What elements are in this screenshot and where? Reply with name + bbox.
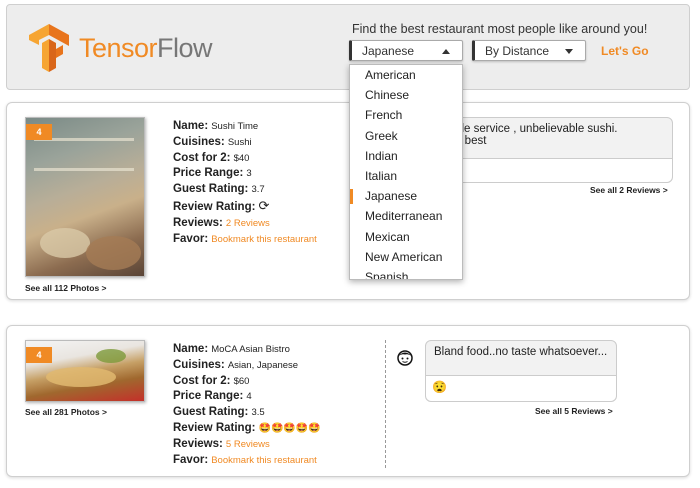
cuisine-option-american[interactable]: American xyxy=(350,65,462,85)
review-rating-label: Review Rating: xyxy=(173,421,256,434)
reviews-link[interactable]: 2 Reviews xyxy=(226,218,270,229)
cuisine-option-new-american[interactable]: New American xyxy=(350,247,462,267)
reviews-label: Reviews: xyxy=(173,437,223,450)
cost-value: $40 xyxy=(233,152,250,164)
sort-select[interactable]: By Distance xyxy=(472,40,586,61)
see-all-photos-link[interactable]: See all 281 Photos > xyxy=(25,407,107,417)
bookmark-link[interactable]: Bookmark this restaurant xyxy=(211,455,317,466)
restaurant-photo[interactable]: 4 xyxy=(25,340,145,402)
review-rating-label: Review Rating: xyxy=(173,200,256,213)
reviews-link[interactable]: 5 Reviews xyxy=(226,439,270,450)
tensorflow-logo[interactable]: TensorFlow xyxy=(25,23,213,73)
cost-label: Cost for 2: xyxy=(173,374,231,387)
cuisine-option-mediterranean[interactable]: Mediterranean xyxy=(350,206,462,226)
restaurant-name: MoCA Asian Bistro xyxy=(211,344,290,355)
rating-badge: 4 xyxy=(26,347,52,363)
sort-select-value: By Distance xyxy=(485,44,550,58)
review-text: ievable service , unbelievable sushi. xyxy=(434,123,618,135)
tensorflow-logo-icon xyxy=(29,24,69,72)
cuisines-value: Sushi xyxy=(227,136,252,148)
restaurant-name: Sushi Time xyxy=(211,121,259,132)
cuisine-select-value: Japanese xyxy=(362,44,415,58)
chevron-up-icon xyxy=(442,49,450,54)
review-text-line2: is the best xyxy=(434,135,487,147)
name-label: Name: xyxy=(173,120,209,132)
guest-rating-value: 3.7 xyxy=(251,184,265,196)
cuisine-option-italian[interactable]: Italian xyxy=(350,166,462,186)
cost-label: Cost for 2: xyxy=(173,151,231,164)
cuisines-label: Cuisines: xyxy=(173,358,225,371)
cuisine-option-mexican[interactable]: Mexican xyxy=(350,227,462,247)
card-divider xyxy=(385,340,386,468)
cuisine-select[interactable]: Japanese xyxy=(349,40,463,61)
see-all-reviews-link[interactable]: See all 2 Reviews > xyxy=(590,185,668,195)
guest-rating-label: Guest Rating: xyxy=(173,183,249,196)
bookmark-link[interactable]: Bookmark this restaurant xyxy=(211,234,317,245)
cuisine-option-indian[interactable]: Indian xyxy=(350,146,462,166)
price-range-label: Price Range: xyxy=(173,390,244,403)
app-header: TensorFlow Find the best restaurant most… xyxy=(6,4,690,90)
favor-label: Favor: xyxy=(173,232,209,245)
cost-value: $60 xyxy=(233,375,250,387)
see-all-reviews-link[interactable]: See all 5 Reviews > xyxy=(535,406,613,416)
review-bubble: Bland food..no taste whatsoever... 😧 xyxy=(425,340,617,402)
cuisine-option-japanese[interactable]: Japanese xyxy=(350,186,462,206)
star-struck-emoji-icons: 🤩🤩🤩🤩🤩 xyxy=(258,422,321,434)
anguished-face-icon: 😧 xyxy=(432,380,447,394)
tagline: Find the best restaurant most people lik… xyxy=(352,22,648,36)
cuisine-option-spanish[interactable]: Spanish xyxy=(350,267,462,279)
see-all-photos-link[interactable]: See all 112 Photos > xyxy=(25,283,107,293)
restaurant-card: 4 See all 112 Photos > Name: Sushi Time … xyxy=(6,102,690,300)
review-footer: 😧 xyxy=(426,375,616,401)
guest-rating-label: Guest Rating: xyxy=(173,406,249,419)
restaurant-card: 4 See all 281 Photos > Name: MoCA Asian … xyxy=(6,325,690,477)
price-range-value: 4 xyxy=(246,391,252,403)
chevron-down-icon xyxy=(565,49,573,54)
reviews-label: Reviews: xyxy=(173,216,223,229)
cuisines-label: Cuisines: xyxy=(173,135,225,148)
guest-rating-value: 3.5 xyxy=(251,407,265,419)
refresh-icon: ⟳ xyxy=(258,197,270,213)
restaurant-info: Name: Sushi Time Cuisines: Sushi Cost fo… xyxy=(173,119,317,247)
name-label: Name: xyxy=(173,343,209,355)
cuisine-option-greek[interactable]: Greek xyxy=(350,126,462,146)
restaurant-photo[interactable]: 4 xyxy=(25,117,145,277)
cuisines-value: Asian, Japanese xyxy=(227,359,299,371)
cuisine-option-french[interactable]: French xyxy=(350,105,462,125)
rating-badge: 4 xyxy=(26,124,52,140)
favor-label: Favor: xyxy=(173,453,209,466)
reviewer-avatar-icon xyxy=(397,350,413,366)
lets-go-button[interactable]: Let's Go xyxy=(601,44,649,58)
cuisine-dropdown-menu[interactable]: American Chinese French Greek Indian Italian J… xyxy=(349,64,463,280)
brand-name: TensorFlow xyxy=(79,32,213,63)
price-range-label: Price Range: xyxy=(173,167,244,180)
cuisine-option-chinese[interactable]: Chinese xyxy=(350,85,462,105)
price-range-value: 3 xyxy=(246,168,252,180)
review-text: Bland food..no taste whatsoever... xyxy=(434,346,608,358)
restaurant-info: Name: MoCA Asian Bistro Cuisines: Asian,… xyxy=(173,342,321,468)
